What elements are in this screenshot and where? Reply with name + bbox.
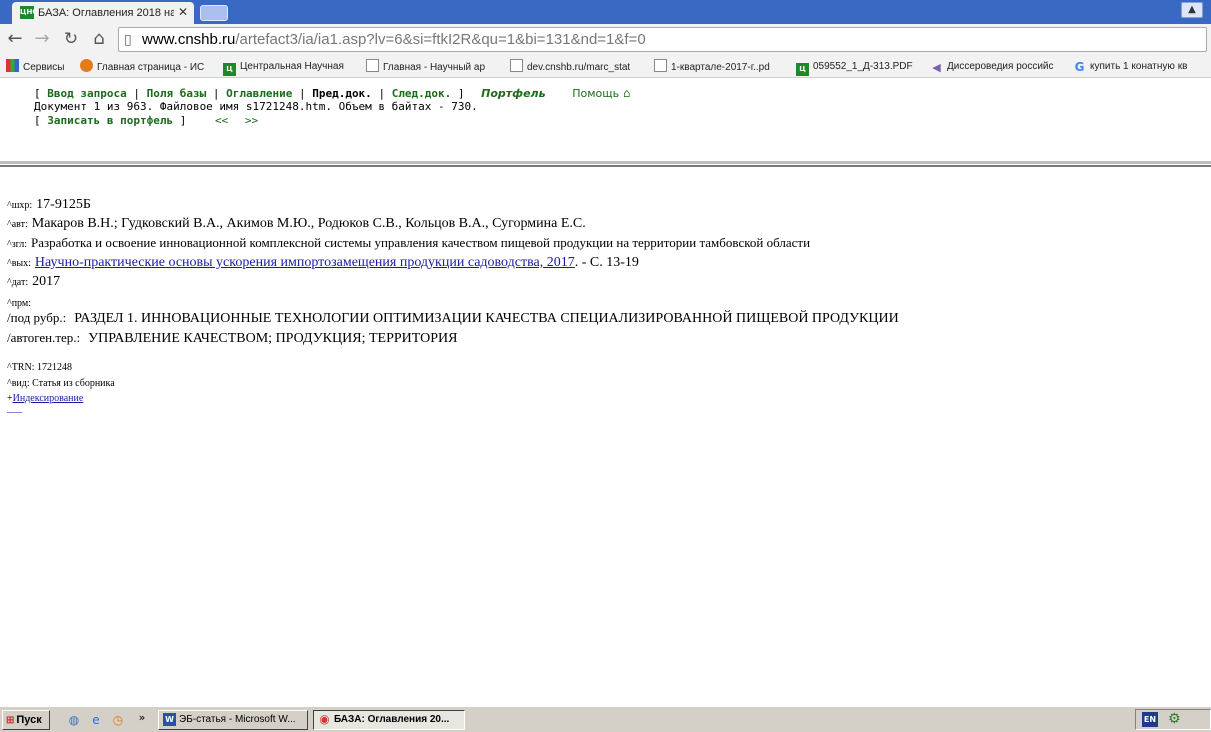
taskbar-label: ЭБ-статья - Microsoft W... bbox=[179, 714, 296, 725]
bookmark-label: Главная страница - ИС bbox=[97, 62, 205, 73]
tray-app-icon[interactable]: ⚙ bbox=[1168, 711, 1181, 727]
forward-arrow-icon[interactable]: → bbox=[31, 28, 53, 50]
windows-logo-icon: ⊞ bbox=[6, 715, 15, 726]
record-trn: ^TRN: 1721248 bbox=[7, 362, 72, 373]
bookmark-services[interactable]: Сервисы bbox=[6, 59, 64, 75]
url-text[interactable]: www.cnshb.ru/artefact3/ia/ia1.asp?lv=6&s… bbox=[142, 31, 646, 49]
site-favicon-icon: ЦНСХБ bbox=[20, 6, 48, 19]
google-icon: G bbox=[1074, 60, 1085, 74]
browser-toolbar: ← → ↻ ⌂ ▯ www.cnshb.ru/artefact3/ia/ia1.… bbox=[0, 24, 1211, 56]
bracket: [ bbox=[34, 114, 41, 127]
separator: | bbox=[378, 87, 386, 100]
record-date: ^дат: 2017 bbox=[7, 274, 61, 289]
orange-circle-icon bbox=[80, 59, 93, 72]
back-arrow-icon[interactable]: ← bbox=[4, 28, 26, 50]
bookmark-label: 1-квартале-2017-г..pd bbox=[671, 62, 770, 73]
record-source: ^вых: Научно-практические основы ускорен… bbox=[7, 255, 639, 270]
next-document-link[interactable]: След.док. bbox=[392, 87, 452, 100]
address-bar[interactable]: ▯ www.cnshb.ru/artefact3/ia/ia1.asp?lv=6… bbox=[118, 27, 1207, 52]
tab-strip: ЦНСХБ БАЗА: Оглавления 2018 на ✕ ▲ bbox=[0, 0, 1211, 24]
taskbar-chrome-window[interactable]: ◉ БАЗА: Оглавления 20... bbox=[313, 710, 465, 730]
bracket: ] bbox=[179, 114, 187, 127]
bookmark-label: купить 1 конатную кв bbox=[1090, 61, 1188, 72]
bookmark-cnshb[interactable]: Ц Центральная Научная bbox=[223, 59, 344, 76]
cnshb-icon: Ц bbox=[223, 63, 236, 76]
start-button[interactable]: ⊞ Пуск bbox=[2, 710, 50, 730]
apps-icon bbox=[6, 59, 19, 72]
new-tab-button[interactable] bbox=[200, 5, 228, 21]
next-arrows-link[interactable]: >> bbox=[245, 114, 258, 127]
url-path: /artefact3/ia/ia1.asp?lv=6&si=ftkI2R&qu=… bbox=[235, 31, 646, 48]
url-host: www.cnshb.ru bbox=[142, 31, 236, 48]
record-type: ^вид: Статья из сборника bbox=[7, 378, 115, 389]
page-icon bbox=[510, 59, 523, 72]
separator: | bbox=[212, 87, 220, 100]
bookmark-label: Сервисы bbox=[23, 62, 65, 73]
bookmark-label: Диссероведия российс bbox=[947, 61, 1054, 72]
bracket: ] bbox=[457, 87, 465, 100]
divider bbox=[0, 161, 1211, 167]
record-authors: ^авт: Макаров В.Н.; Гудковский В.А., Аки… bbox=[7, 216, 586, 231]
doc-icon bbox=[366, 59, 379, 72]
language-indicator[interactable]: EN bbox=[1142, 712, 1158, 727]
bookmark-quarter-pdf[interactable]: 1-квартале-2017-г..pd bbox=[654, 59, 770, 75]
close-tab-icon[interactable]: ✕ bbox=[178, 4, 188, 20]
save-row: [ Записать в портфель ] << >> bbox=[34, 114, 734, 128]
taskbar-label: БАЗА: Оглавления 20... bbox=[334, 714, 450, 725]
user-profile-icon[interactable]: ▲ bbox=[1181, 2, 1203, 18]
separator: | bbox=[133, 87, 140, 100]
bookmark-archive[interactable]: Главная - Научный ар bbox=[366, 59, 485, 75]
portfolio-link[interactable]: Портфель bbox=[481, 87, 545, 100]
previous-document-label: Пред.док. bbox=[312, 87, 372, 100]
query-input-link[interactable]: Ввод запроса bbox=[47, 87, 126, 100]
previous-arrows-link[interactable]: << bbox=[215, 114, 228, 127]
taskbar-word-window[interactable]: W ЭБ-статья - Microsoft W... bbox=[158, 710, 308, 730]
save-to-portfolio-link[interactable]: Записать в портфель bbox=[47, 114, 173, 127]
tab-title: БАЗА: Оглавления 2018 на bbox=[38, 7, 174, 19]
start-label: Пуск bbox=[16, 714, 42, 726]
bookmark-google[interactable]: Gкупить 1 конатную кв bbox=[1073, 59, 1188, 75]
windows-taskbar: ⊞ Пуск ◍ e ◷ » W ЭБ-статья - Microsoft W.… bbox=[0, 706, 1211, 732]
quicklaunch-app-icon[interactable]: ◷ bbox=[110, 712, 126, 728]
separator: | bbox=[298, 87, 306, 100]
word-icon: W bbox=[163, 713, 176, 726]
document-info: Документ 1 из 963. Файловое имя s1721248… bbox=[34, 100, 478, 113]
bookmark-label: Центральная Научная bbox=[240, 61, 344, 72]
record-shelfmark: ^шхр: 17-9125Б bbox=[7, 197, 91, 212]
browser-tab[interactable]: ЦНСХБ БАЗА: Оглавления 2018 на ✕ bbox=[12, 2, 194, 24]
purple-arrow-icon: ◀ bbox=[932, 61, 941, 74]
table-of-contents-link[interactable]: Оглавление bbox=[226, 87, 292, 100]
record-trailing-link: ___ bbox=[7, 403, 22, 414]
document-navigation: [ Ввод запроса | Поля базы | Оглавление … bbox=[34, 86, 734, 128]
bookmark-dissero[interactable]: ◀ Диссероведия российс bbox=[930, 59, 1054, 75]
bookmarks-bar: Сервисы Главная страница - ИС Ц Центральн… bbox=[0, 56, 1211, 78]
indexing-link[interactable]: Индексирование bbox=[13, 393, 84, 404]
bookmark-label: Главная - Научный ар bbox=[383, 62, 486, 73]
bookmark-059552-pdf[interactable]: Ц 059552_1_Д-313.PDF bbox=[796, 59, 913, 76]
database-fields-link[interactable]: Поля базы bbox=[147, 87, 207, 100]
chrome-icon: ◉ bbox=[319, 712, 330, 726]
record-title: ^згл: Разработка и освоение инновационно… bbox=[7, 235, 811, 250]
record-subheading: /под рубр.: РАЗДЕЛ 1. ИННОВАЦИОННЫЕ ТЕХН… bbox=[7, 310, 899, 326]
ie-icon[interactable]: e bbox=[88, 712, 104, 728]
bookmark-label: 059552_1_Д-313.PDF bbox=[813, 61, 913, 72]
home-icon[interactable]: ⌂ bbox=[623, 86, 630, 100]
bookmark-marc-stat[interactable]: dev.cnshb.ru/marc_stat bbox=[510, 59, 630, 75]
reload-icon[interactable]: ↻ bbox=[60, 28, 82, 50]
bracket: [ bbox=[34, 87, 41, 100]
page-icon bbox=[654, 59, 667, 72]
record-keywords: /автоген.тер.: УПРАВЛЕНИЕ КАЧЕСТВОМ; ПРО… bbox=[7, 330, 458, 346]
page-icon: ▯ bbox=[124, 32, 132, 48]
chevron-icon[interactable]: » bbox=[134, 710, 150, 726]
cnshb-icon: Ц bbox=[796, 63, 809, 76]
source-collection-link[interactable]: Научно-практические основы ускорения имп… bbox=[35, 255, 575, 270]
home-icon[interactable]: ⌂ bbox=[88, 28, 110, 50]
bookmark-label: dev.cnshb.ru/marc_stat bbox=[527, 62, 631, 73]
nav-links-row: [ Ввод запроса | Поля базы | Оглавление … bbox=[34, 86, 734, 100]
show-desktop-icon[interactable]: ◍ bbox=[66, 712, 82, 728]
bookmark-is-home[interactable]: Главная страница - ИС bbox=[80, 59, 204, 75]
trailing-link[interactable]: ___ bbox=[7, 403, 22, 414]
system-tray: EN ⚙ bbox=[1135, 709, 1211, 730]
help-link[interactable]: Помощь bbox=[572, 87, 619, 100]
